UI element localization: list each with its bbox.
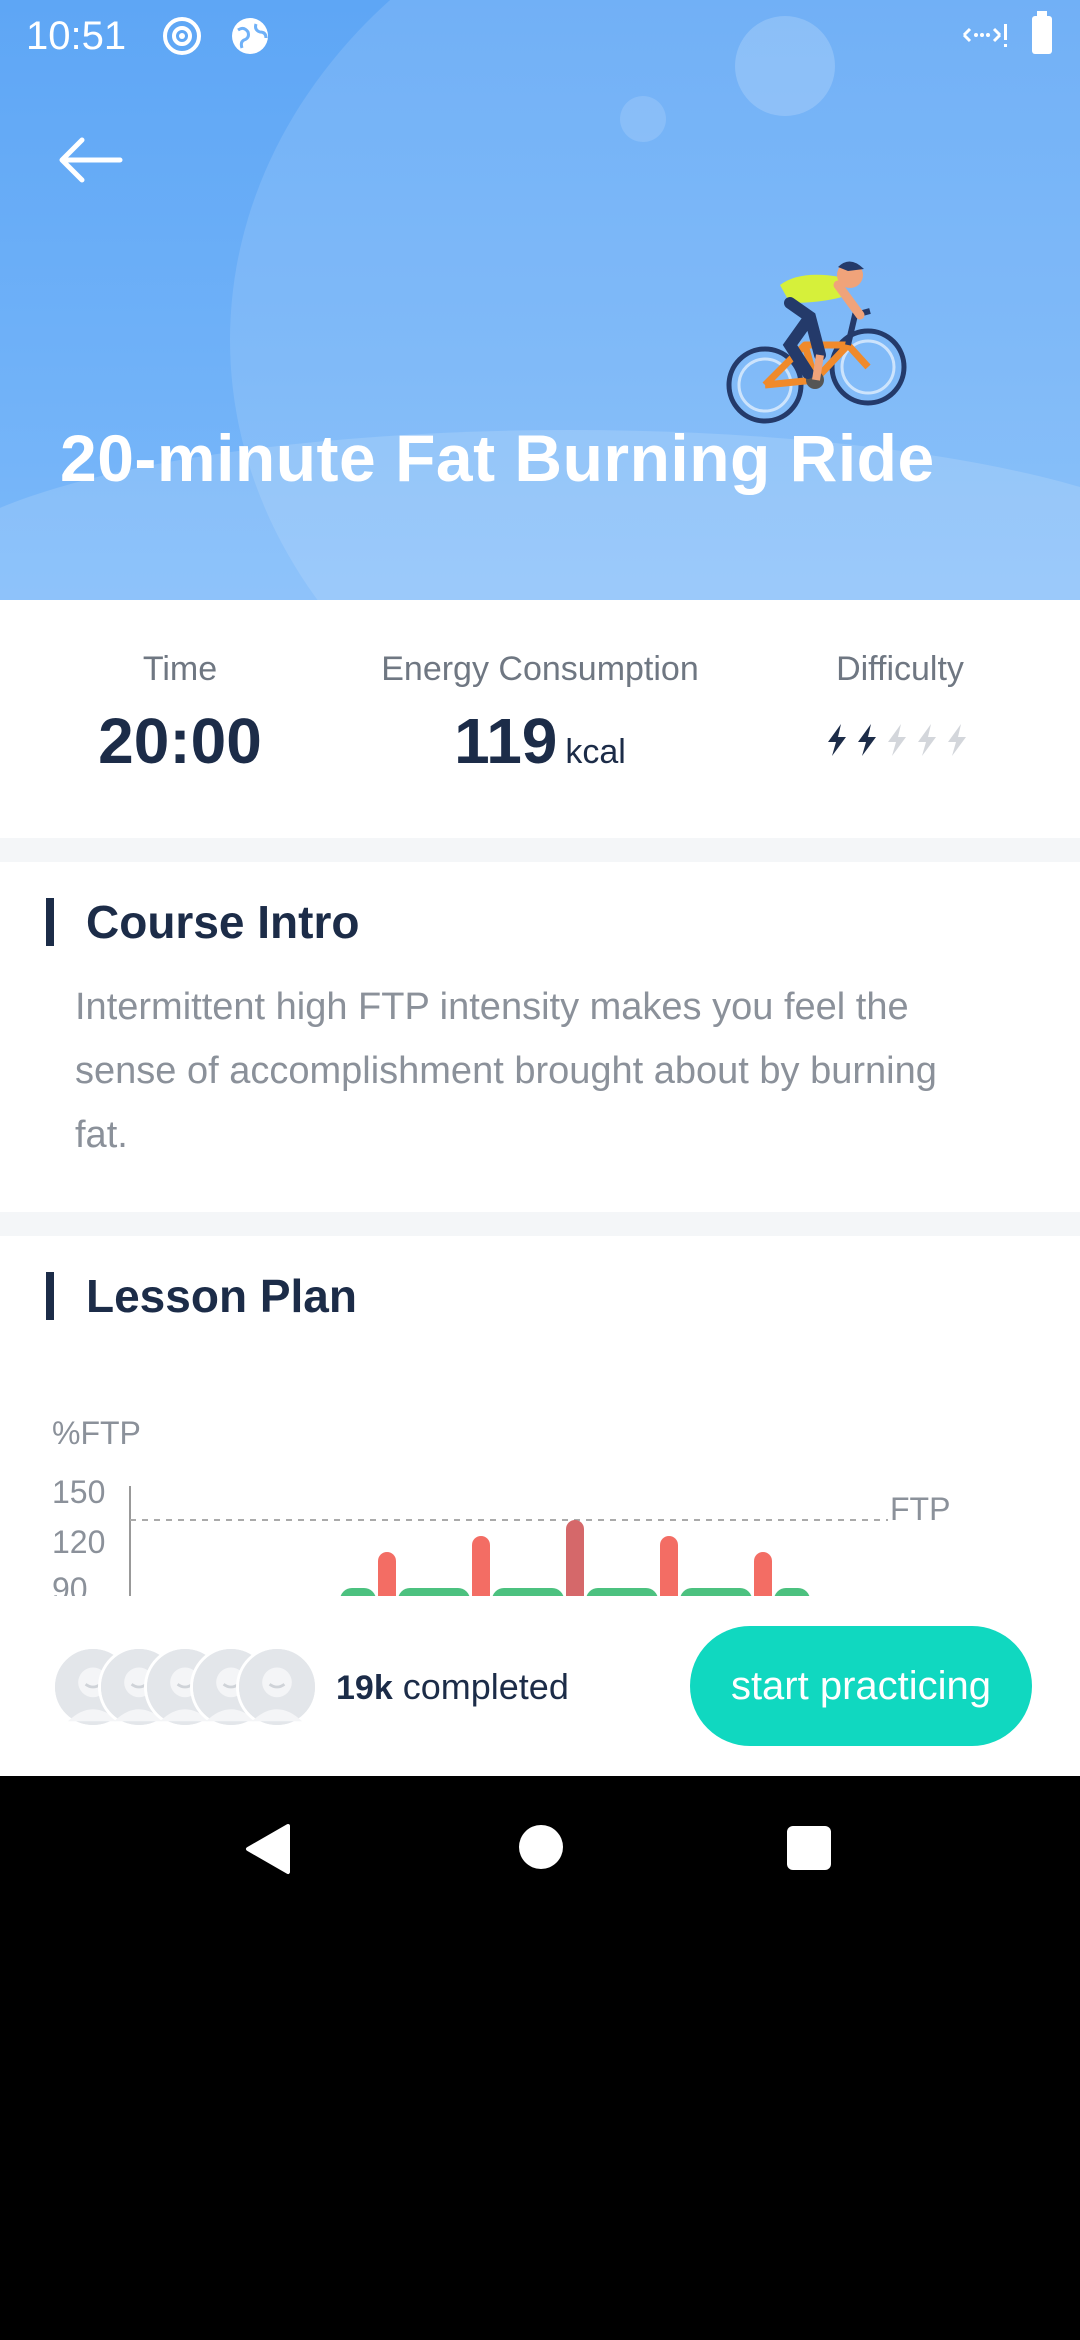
nav-back-button[interactable] — [242, 1822, 292, 1881]
chart-bar — [340, 1588, 376, 1616]
start-practicing-button[interactable]: start practicing — [690, 1626, 1032, 1746]
bolt-empty-icon — [918, 724, 936, 756]
y-tick-label: 120 — [52, 1524, 105, 1560]
signal-icon — [960, 20, 1010, 58]
stat-time-value: 20:00 — [98, 705, 262, 777]
stat-energy-label: Energy Consumption — [381, 650, 699, 688]
difficulty-rating — [780, 723, 1020, 759]
completed-number: 19k — [336, 1669, 393, 1707]
lesson-plan-heading: Lesson Plan — [46, 1272, 357, 1320]
bottom-action-bar: 19k completed start practicing — [0, 1596, 1080, 1776]
bolt-filled-icon — [828, 724, 846, 756]
stat-time-label: Time — [142, 650, 218, 688]
chart-bar — [586, 1588, 658, 1616]
system-nav-bar — [0, 1776, 1080, 1920]
completed-count: 19k completed — [336, 1666, 569, 1708]
stat-time: Time 20:00 — [60, 650, 300, 773]
chart-ylabel: %FTP — [52, 1415, 141, 1451]
chart-bar — [378, 1552, 396, 1616]
triangle-back-icon — [246, 1824, 290, 1874]
arrow-left-icon — [59, 137, 123, 183]
chart-bar — [680, 1588, 752, 1616]
chart-bar — [492, 1588, 564, 1616]
header-bg-circle — [620, 96, 666, 142]
energy-unit: kcal — [565, 733, 626, 771]
course-detail-screen: 10:51 20-minute Fat Burning Ride Time 20… — [0, 0, 1080, 1776]
y-tick-label: 90 — [52, 1571, 88, 1596]
target-icon — [162, 16, 202, 56]
stat-energy-value: 119 kcal — [360, 709, 720, 784]
avatar — [236, 1646, 318, 1728]
completed-label: completed — [402, 1666, 569, 1707]
cyclist-illustration — [720, 255, 920, 435]
ftp-chart: %FTP 150 120 90 FTP — [52, 1415, 950, 1616]
chart-bar — [774, 1588, 810, 1616]
stat-difficulty: Difficulty — [780, 650, 1020, 759]
chart-bar — [472, 1536, 490, 1616]
course-stats: Time 20:00 Energy Consumption 119 kcal Di… — [0, 600, 1080, 838]
back-button[interactable] — [50, 130, 130, 190]
nav-recents-button[interactable] — [785, 1824, 833, 1877]
globe-icon — [230, 16, 270, 56]
bolt-filled-icon — [858, 724, 876, 756]
course-header: 10:51 20-minute Fat Burning Ride — [0, 0, 1080, 600]
stat-difficulty-label: Difficulty — [836, 650, 964, 688]
bolt-empty-icon — [888, 724, 906, 756]
section-divider — [0, 838, 1080, 862]
y-tick-label: 150 — [52, 1474, 105, 1510]
course-intro-heading: Course Intro — [46, 898, 359, 946]
energy-number: 119 — [454, 705, 558, 777]
square-recents-icon — [787, 1826, 831, 1870]
circle-home-icon — [519, 1825, 563, 1869]
battery-icon — [1032, 11, 1052, 54]
chart-bars — [340, 1520, 810, 1616]
course-intro-text: Intermittent high FTP intensity makes yo… — [75, 986, 937, 1156]
section-divider — [0, 1212, 1080, 1236]
status-time: 10:51 — [26, 14, 127, 58]
lesson-plan-chart: %FTP 150 120 90 FTP — [0, 1400, 1080, 1616]
course-title: 20-minute Fat Burning Ride — [60, 421, 935, 495]
status-bar: 10:51 — [0, 0, 1080, 72]
chart-bar — [754, 1552, 772, 1616]
chart-bar — [566, 1520, 584, 1616]
chart-bar — [660, 1536, 678, 1616]
chart-bar — [398, 1588, 470, 1616]
ftp-reference-label: FTP — [890, 1491, 950, 1527]
stat-energy: Energy Consumption 119 kcal — [360, 650, 720, 784]
nav-home-button[interactable] — [516, 1822, 566, 1877]
bolt-empty-icon — [948, 724, 966, 756]
